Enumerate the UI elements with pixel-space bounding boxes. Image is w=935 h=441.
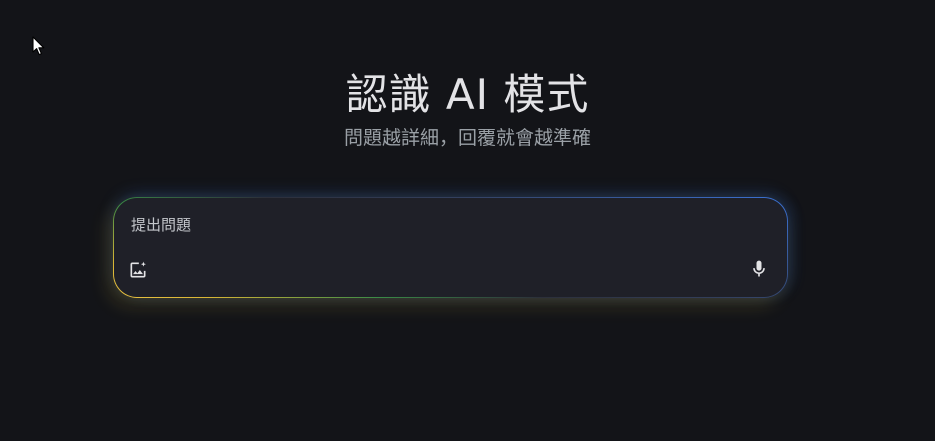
- search-box-inner: [114, 198, 787, 297]
- add-image-icon: [130, 261, 146, 278]
- page-title: 認識 AI 模式: [345, 70, 590, 119]
- mouse-cursor-icon: [32, 36, 45, 56]
- microphone-button[interactable]: [745, 255, 773, 283]
- page: 認識 AI 模式 問題越詳細，回覆就會越準確: [0, 0, 935, 441]
- page-subtitle: 問題越詳細，回覆就會越準確: [343, 127, 591, 149]
- microphone-icon: [753, 260, 765, 277]
- search-input[interactable]: [131, 214, 691, 236]
- add-image-button[interactable]: [124, 256, 152, 284]
- search-box[interactable]: [113, 197, 788, 298]
